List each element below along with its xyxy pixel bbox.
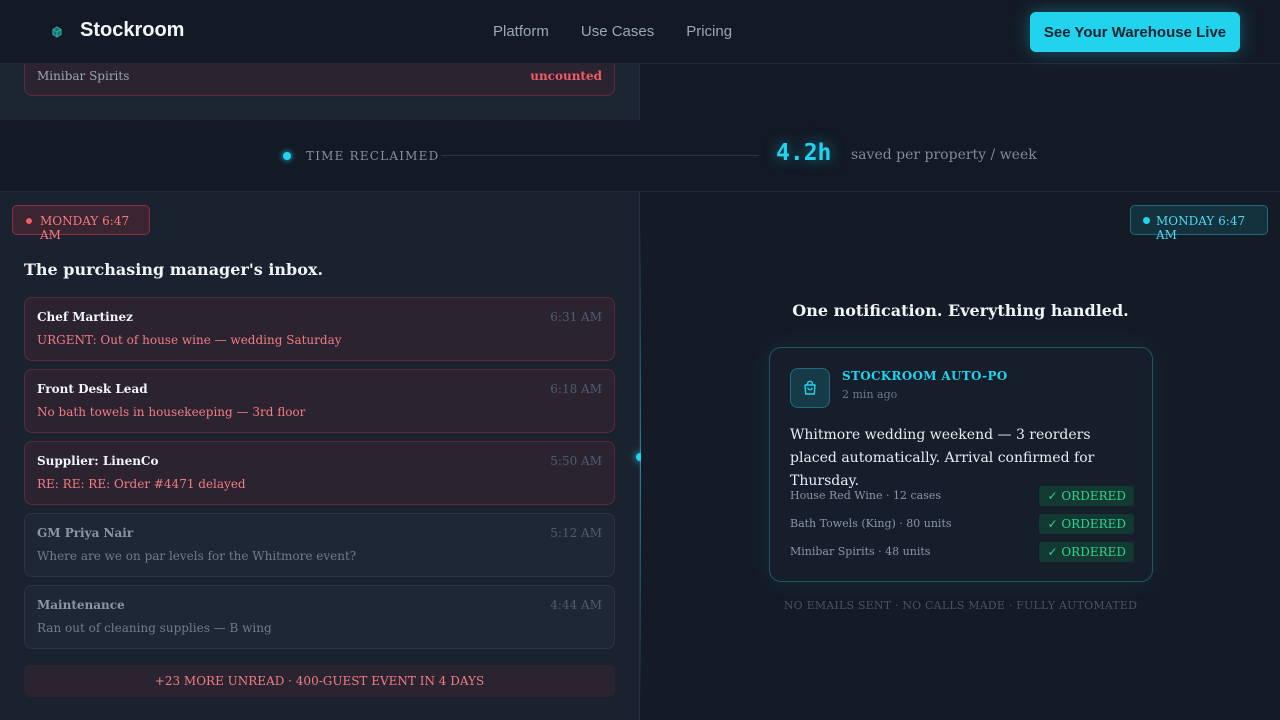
order-status-badge: ✓ ORDERED xyxy=(1039,514,1134,534)
email-subject: URGENT: Out of house wine — wedding Satu… xyxy=(37,333,342,347)
automation-panel: MONDAY 6:47 AM One notification. Everyth… xyxy=(641,192,1280,720)
automation-footnote: NO EMAILS SENT · NO CALLS MADE · FULLY A… xyxy=(783,599,1138,612)
notification-message: Whitmore wedding weekend — 3 reorders pl… xyxy=(790,427,1095,489)
alert-dot xyxy=(26,218,32,224)
order-row: Minibar Spirits · 48 units ✓ ORDERED xyxy=(790,542,1134,562)
metric-divider xyxy=(441,155,759,156)
email-sender: Chef Martinez xyxy=(37,310,133,324)
brand-name: Stockroom xyxy=(80,19,185,41)
notification-time: 2 min ago xyxy=(842,388,898,401)
email-time: 5:12 AM xyxy=(550,526,602,540)
email-item[interactable]: Maintenance 4:44 AM Ran out of cleaning … xyxy=(24,585,615,649)
email-sender: GM Priya Nair xyxy=(37,526,134,540)
automation-title: One notification. Everything handled. xyxy=(792,301,1129,320)
email-time: 5:50 AM xyxy=(550,454,602,468)
brand[interactable]: Stockroom xyxy=(50,19,184,42)
email-sender: Maintenance xyxy=(37,598,125,612)
nav-link-pricing[interactable]: Pricing xyxy=(686,23,732,40)
stock-item-label: Minibar Spirits xyxy=(37,69,130,83)
time-reclaimed-band: TIME RECLAIMED 4.2h saved per property /… xyxy=(0,120,1280,192)
order-item: House Red Wine · 12 cases xyxy=(790,489,942,502)
previous-section-remnant: Minibar Spirits uncounted xyxy=(0,54,640,120)
email-subject: RE: RE: RE: Order #4471 delayed xyxy=(37,477,246,491)
email-time: 6:31 AM xyxy=(550,310,602,324)
notification-card[interactable]: STOCKROOM AUTO-PO 2 min ago Whitmore wed… xyxy=(769,347,1153,582)
order-item: Minibar Spirits · 48 units xyxy=(790,545,931,558)
email-item[interactable]: GM Priya Nair 5:12 AM Where are we on pa… xyxy=(24,513,615,577)
order-status-badge: ✓ ORDERED xyxy=(1039,486,1134,506)
email-item[interactable]: Supplier: LinenCo 5:50 AM RE: RE: RE: Or… xyxy=(24,441,615,505)
status-dot xyxy=(1143,217,1150,224)
see-warehouse-live-button[interactable]: See Your Warehouse Live xyxy=(1030,12,1240,52)
order-status-badge: ✓ ORDERED xyxy=(1039,542,1134,562)
email-time: 4:44 AM xyxy=(550,598,602,612)
time-badge-right: MONDAY 6:47 AM xyxy=(1130,205,1268,242)
more-unread-bar[interactable]: +23 MORE UNREAD · 400-GUEST EVENT IN 4 D… xyxy=(24,665,615,697)
order-row: House Red Wine · 12 cases ✓ ORDERED xyxy=(790,486,1134,506)
time-badge-left: MONDAY 6:47 AM xyxy=(12,205,150,242)
nav-link-platform[interactable]: Platform xyxy=(493,23,549,40)
email-subject: Where are we on par levels for the Whitm… xyxy=(37,549,357,563)
order-row: Bath Towels (King) · 80 units ✓ ORDERED xyxy=(790,514,1134,534)
metric-description: saved per property / week xyxy=(851,147,1037,163)
inbox-title: The purchasing manager's inbox. xyxy=(24,260,324,279)
email-item[interactable]: Chef Martinez 6:31 AM URGENT: Out of hou… xyxy=(24,297,615,361)
metric-dot xyxy=(283,152,291,160)
time-badge-label: MONDAY 6:47 AM xyxy=(1156,214,1246,242)
top-nav: Stockroom Platform Use Cases Pricing See… xyxy=(0,0,1280,64)
email-subject: Ran out of cleaning supplies — B wing xyxy=(37,621,272,635)
cube-icon xyxy=(50,24,64,38)
nav-link-use-cases[interactable]: Use Cases xyxy=(581,23,654,40)
shopping-bag-icon xyxy=(790,368,830,408)
email-subject: No bath towels in housekeeping — 3rd flo… xyxy=(37,405,306,419)
order-item: Bath Towels (King) · 80 units xyxy=(790,517,952,530)
time-badge-label: MONDAY 6:47 AM xyxy=(40,214,130,242)
email-time: 6:18 AM xyxy=(550,382,602,396)
inbox-panel: MONDAY 6:47 AM The purchasing manager's … xyxy=(0,192,640,720)
nav-links: Platform Use Cases Pricing xyxy=(493,23,732,40)
stock-item-status: uncounted xyxy=(530,69,602,83)
email-sender: Front Desk Lead xyxy=(37,382,148,396)
metric-label: TIME RECLAIMED xyxy=(306,149,440,163)
notification-source: STOCKROOM AUTO-PO xyxy=(842,369,1008,383)
metric-value: 4.2h xyxy=(776,140,832,166)
email-sender: Supplier: LinenCo xyxy=(37,454,159,468)
email-item[interactable]: Front Desk Lead 6:18 AM No bath towels i… xyxy=(24,369,615,433)
